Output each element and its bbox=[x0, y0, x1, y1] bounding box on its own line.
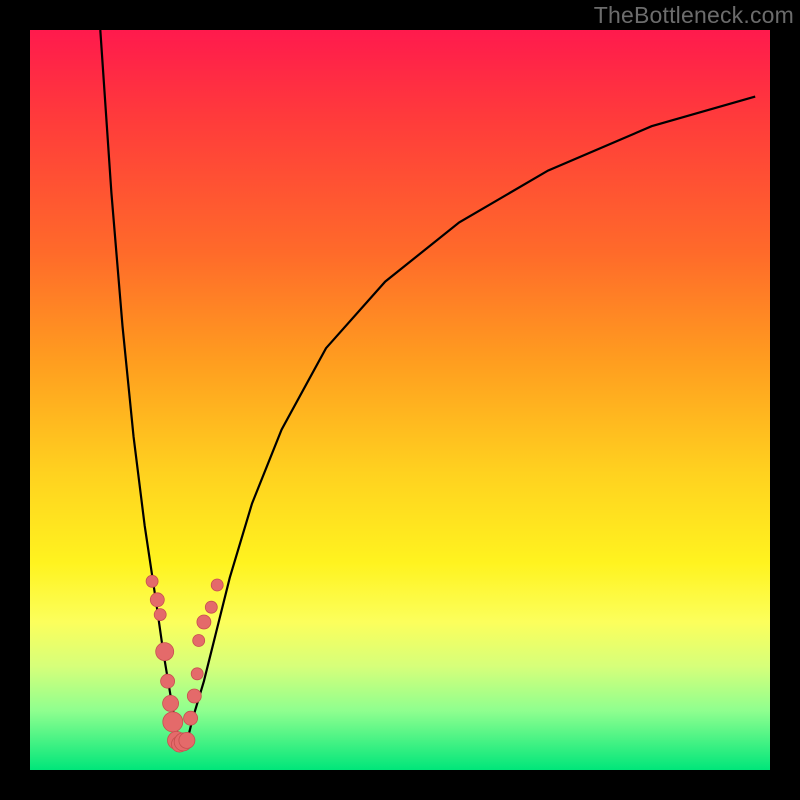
marker-dot bbox=[156, 643, 174, 661]
marker-dots-group bbox=[146, 575, 223, 752]
plot-area bbox=[30, 30, 770, 770]
marker-dot bbox=[163, 712, 183, 732]
marker-dot bbox=[191, 668, 203, 680]
curve-right-branch bbox=[185, 97, 755, 748]
marker-dot bbox=[211, 579, 223, 591]
marker-dot bbox=[187, 689, 201, 703]
marker-dot bbox=[146, 575, 158, 587]
watermark-text: TheBottleneck.com bbox=[594, 2, 794, 29]
marker-dot bbox=[205, 601, 217, 613]
marker-dot bbox=[161, 674, 175, 688]
marker-dot bbox=[193, 635, 205, 647]
marker-dot bbox=[179, 732, 195, 748]
curve-left-branch bbox=[100, 30, 180, 748]
bottleneck-curve-svg bbox=[30, 30, 770, 770]
marker-dot bbox=[154, 609, 166, 621]
marker-dot bbox=[184, 711, 198, 725]
marker-dot bbox=[163, 695, 179, 711]
marker-dot bbox=[150, 593, 164, 607]
marker-dot bbox=[197, 615, 211, 629]
chart-frame: TheBottleneck.com bbox=[0, 0, 800, 800]
